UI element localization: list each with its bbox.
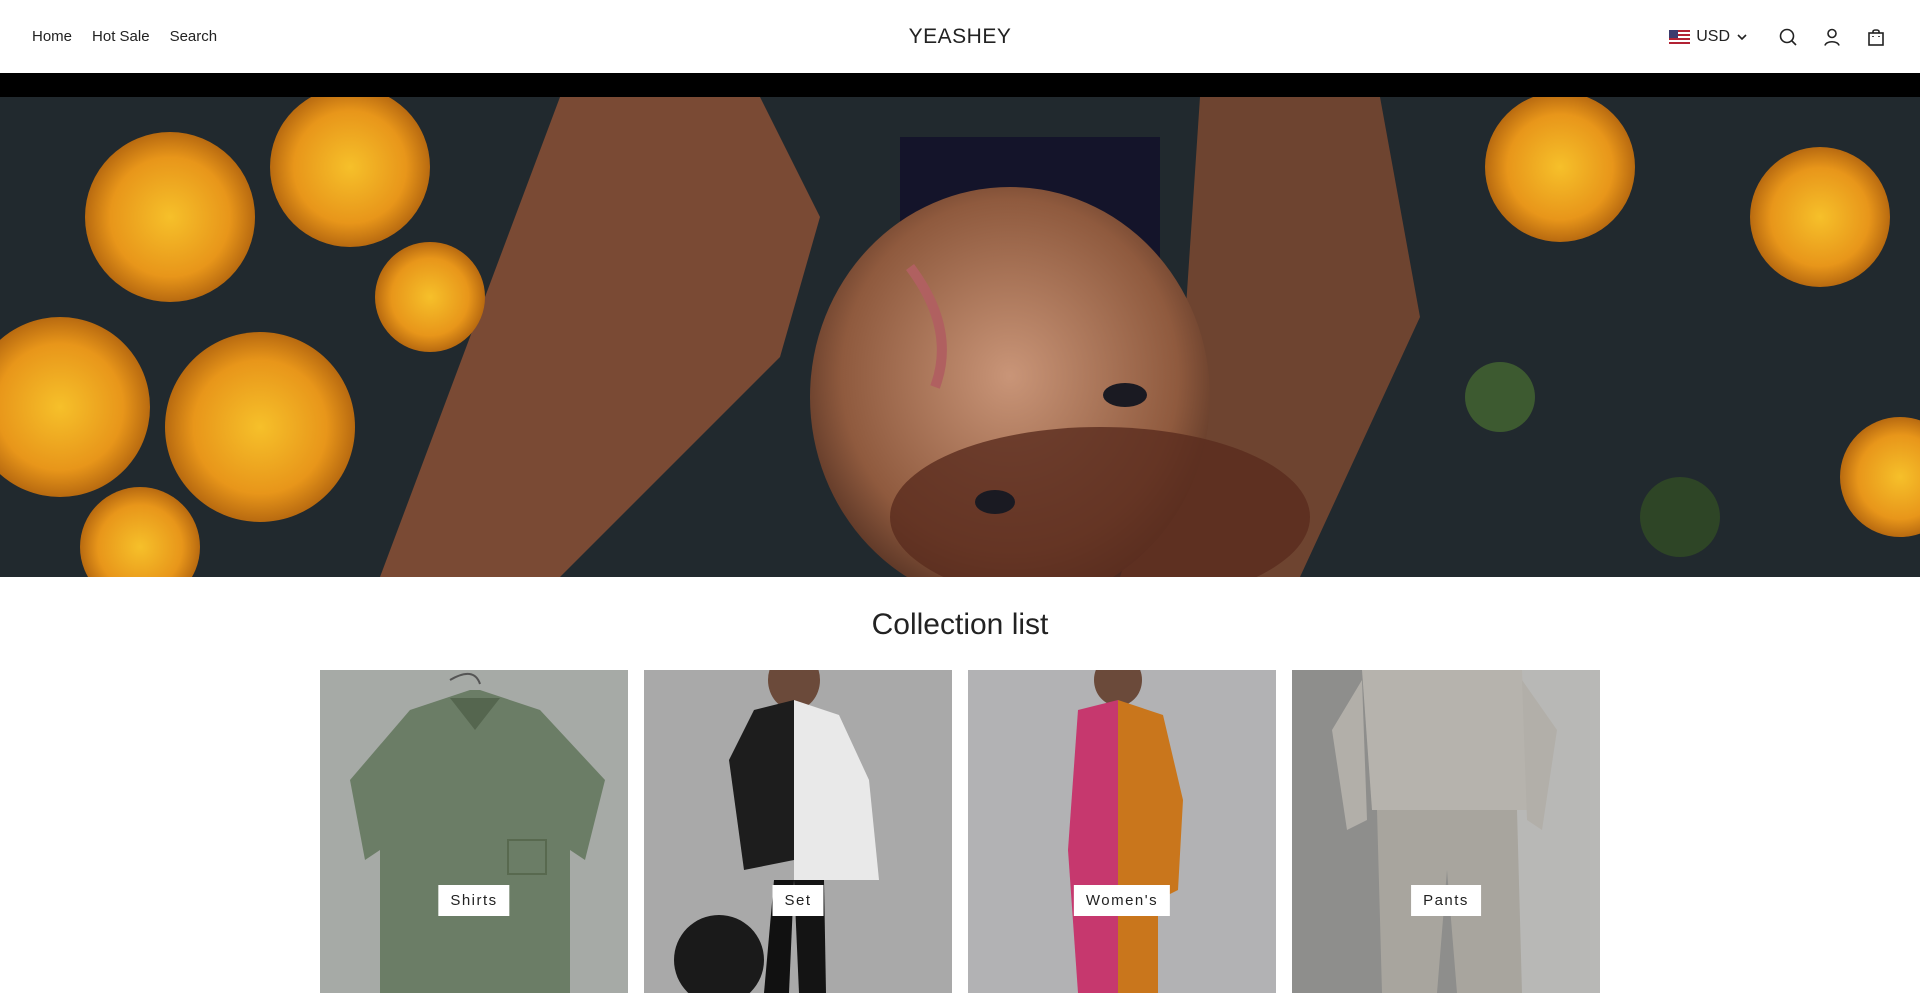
womens-image xyxy=(968,670,1276,993)
logo-wrap: YEASHEY xyxy=(0,0,1920,73)
search-button[interactable] xyxy=(1776,25,1800,49)
site-logo[interactable]: YEASHEY xyxy=(909,25,1012,49)
hero-top-bar xyxy=(0,73,1920,97)
currency-selector[interactable]: USD xyxy=(1669,28,1748,46)
chevron-down-icon xyxy=(1737,33,1747,40)
search-icon xyxy=(1779,28,1797,46)
account-icon xyxy=(1824,28,1840,46)
shirt-image xyxy=(320,670,628,993)
collection-title: Collection list xyxy=(871,608,1049,641)
collection-label-womens: Women's xyxy=(1073,885,1171,916)
nav-home-link[interactable]: Home xyxy=(32,28,72,45)
collection-label-shirts: Shirts xyxy=(438,885,510,916)
nav-search-link[interactable]: Search xyxy=(170,28,218,45)
nav-hot-sale-link[interactable]: Hot Sale xyxy=(92,28,150,45)
currency-label: USD xyxy=(1696,27,1730,45)
site-header: Home Hot Sale Search YEASHEY USD xyxy=(0,0,1920,73)
set-image xyxy=(644,670,952,993)
collection-card-womens[interactable]: Women's xyxy=(968,670,1276,993)
collection-card-set[interactable]: Set xyxy=(644,670,952,993)
main-nav: Home Hot Sale Search xyxy=(32,0,217,73)
hero-banner[interactable] xyxy=(0,97,1920,577)
collection-card-shirts[interactable]: Shirts xyxy=(320,670,628,993)
us-flag-icon xyxy=(1669,29,1691,44)
collection-label-pants: Pants xyxy=(1411,885,1481,916)
cart-button[interactable] xyxy=(1864,25,1888,49)
collection-grid: Shirts Set Women's Pants xyxy=(320,670,1600,993)
hero-image xyxy=(0,97,1920,577)
header-actions: USD xyxy=(1669,0,1888,73)
collection-label-set: Set xyxy=(772,885,824,916)
collection-card-pants[interactable]: Pants xyxy=(1292,670,1600,993)
pants-image xyxy=(1292,670,1600,993)
cart-icon xyxy=(1868,28,1884,46)
account-button[interactable] xyxy=(1820,25,1844,49)
